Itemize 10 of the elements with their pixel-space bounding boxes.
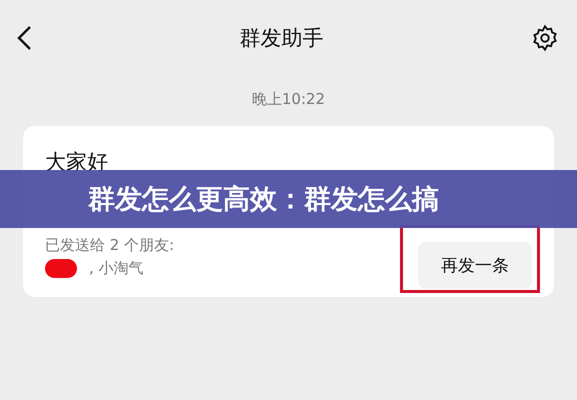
recipients-text: , 小淘气 (89, 258, 144, 278)
banner-title: 群发怎么更高效：群发怎么搞 (88, 183, 439, 217)
page-title: 群发助手 (240, 25, 324, 52)
sent-to-label: 已发送给 2 个朋友: (45, 236, 174, 254)
resend-button[interactable]: 再发一条 (418, 242, 532, 289)
settings-icon[interactable] (531, 24, 559, 52)
redaction-mark (45, 258, 77, 278)
timestamp: 晚上10:22 (252, 90, 326, 108)
back-icon[interactable] (16, 25, 32, 51)
message-text: 大家好 (45, 149, 108, 176)
